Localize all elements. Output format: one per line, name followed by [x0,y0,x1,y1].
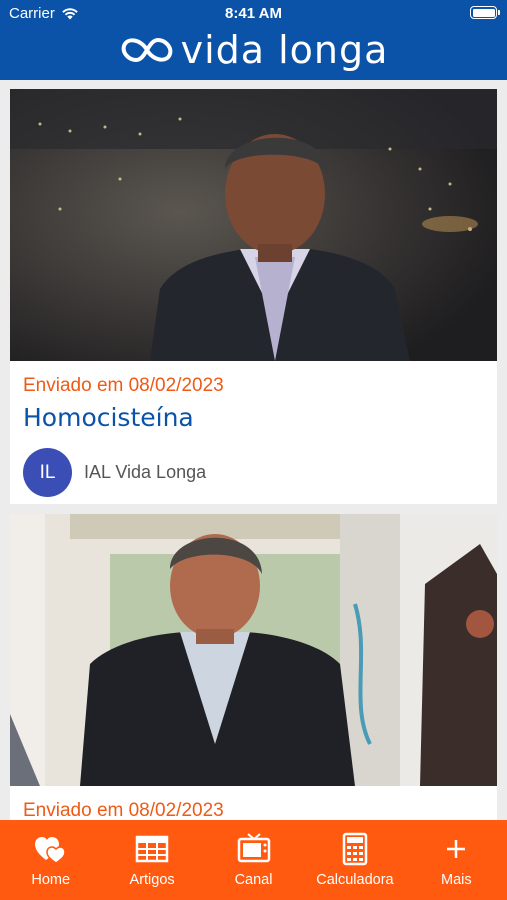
tab-label: Mais [441,872,472,888]
avatar[interactable]: IL [23,448,72,497]
app-header: Carrier 8:41 AM vida longa [0,0,507,80]
calculator-icon [342,832,368,866]
thumbnail-image [10,89,497,361]
plus-icon [447,840,466,858]
brand-name: vida longa [180,28,389,72]
tab-label: Calculadora [316,872,394,888]
tab-label: Home [31,872,71,888]
status-bar: Carrier 8:41 AM [0,0,507,26]
tab-bar: Home Artigos Canal Calculadora Mais [0,820,507,900]
hearts-icon [34,837,66,864]
card-meta: Enviado em 08/02/2023 Homocisteína IL IA… [10,361,497,497]
post-title[interactable]: Homocisteína [23,400,484,436]
video-thumbnail[interactable] [10,514,497,786]
battery-icon [470,6,500,19]
card-meta: Enviado em 08/02/2023 [10,786,497,820]
tab-artigos[interactable]: Artigos [101,820,202,900]
thumbnail-image [10,514,497,786]
tab-mais[interactable]: Mais [406,820,507,900]
tab-label: Canal [234,872,273,888]
tv-icon [237,833,270,863]
author-row[interactable]: IL IAL Vida Longa [23,448,484,497]
brand-logo: vida longa [0,28,507,72]
video-card[interactable]: Enviado em 08/02/2023 Homocisteína IL IA… [10,89,497,504]
post-date: Enviado em 08/02/2023 [23,375,224,396]
tab-calculadora[interactable]: Calculadora [304,820,405,900]
tab-label: Artigos [129,872,175,888]
video-thumbnail[interactable] [10,89,497,361]
author-name[interactable]: IAL Vida Longa [84,462,206,483]
tab-home[interactable]: Home [0,820,101,900]
infinity-heart-icon [121,38,172,62]
post-date: Enviado em 08/02/2023 [23,800,224,820]
clock: 8:41 AM [225,5,282,22]
tab-canal[interactable]: Canal [203,820,304,900]
table-icon [135,835,169,863]
video-card[interactable]: Enviado em 08/02/2023 [10,514,497,820]
video-feed[interactable]: Enviado em 08/02/2023 Homocisteína IL IA… [0,80,507,820]
